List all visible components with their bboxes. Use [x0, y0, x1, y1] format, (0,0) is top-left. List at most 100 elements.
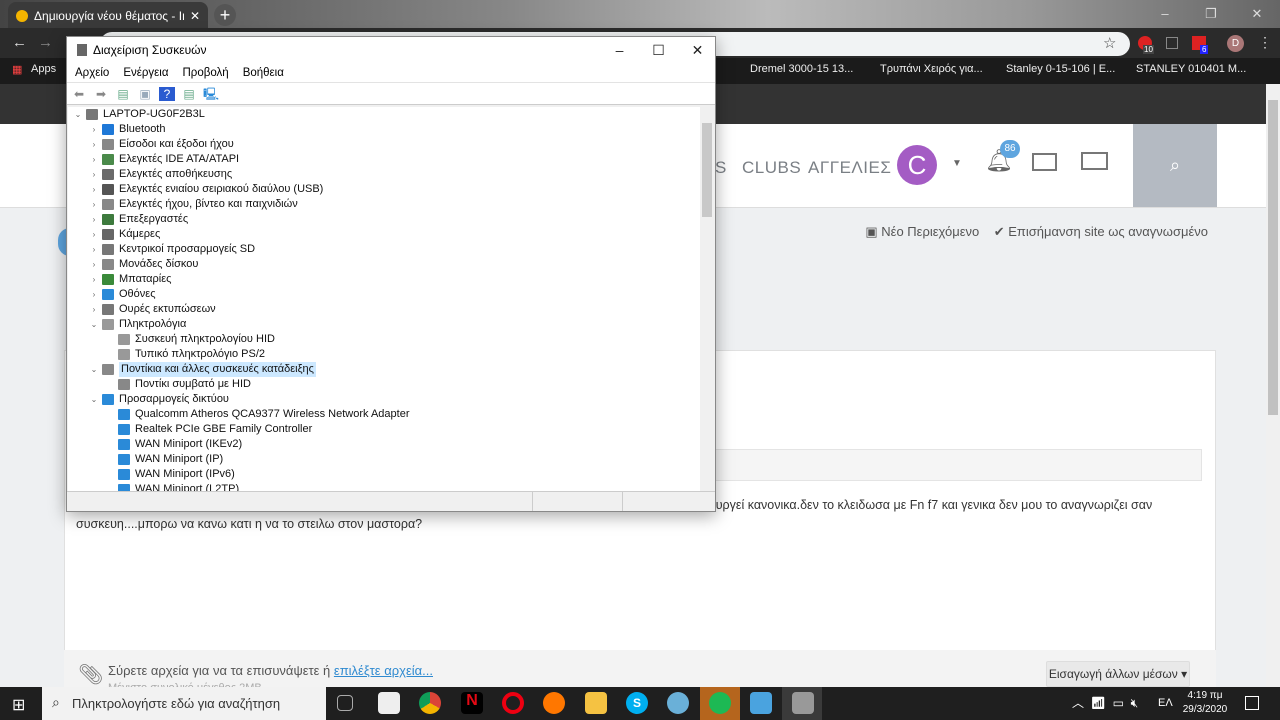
language-indicator[interactable]: ΕΛ [1158, 697, 1173, 709]
menu-file[interactable]: Αρχείο [75, 67, 109, 79]
spotify-icon[interactable] [709, 692, 731, 714]
bookmark-star-icon[interactable]: ☆ [1103, 34, 1116, 52]
close-browser-button[interactable]: ✕ [1234, 0, 1280, 28]
device-tree-item[interactable]: › Είσοδοι και έξοδοι ήχου [68, 137, 700, 152]
menu-action[interactable]: Ενέργεια [123, 67, 168, 79]
device-tree-item[interactable]: WAN Miniport (IPv6) [68, 467, 700, 482]
forward-arrow-icon[interactable]: ➡ [93, 87, 109, 101]
taskbar-search-input[interactable]: Πληκτρολογήστε εδώ για αναζήτηση [42, 687, 326, 720]
profile-avatar[interactable]: D [1227, 35, 1244, 52]
close-tab-icon[interactable]: ✕ [190, 9, 200, 23]
device-tree-item[interactable]: › Μπαταρίες [68, 272, 700, 287]
news-icon[interactable] [1081, 152, 1108, 170]
nav-clubs[interactable]: CLUBS [742, 158, 801, 178]
user-menu-caret-icon[interactable]: ▼ [952, 158, 962, 169]
store-icon[interactable] [378, 692, 400, 714]
device-tree-item[interactable]: › Ελεγκτές ήχου, βίντεο και παιχνιδιών [68, 197, 700, 212]
system-tray-icons[interactable]: ︿ 📶︎ ▭ 🔇︎ [1072, 689, 1138, 717]
bookmark[interactable]: Τρυπάνι Χειρός για... [880, 63, 983, 75]
skype-icon[interactable]: S [626, 692, 648, 714]
device-tree-item[interactable]: › Κάμερες [68, 227, 700, 242]
menu-view[interactable]: Προβολή [183, 67, 229, 79]
device-tree-item[interactable]: Qualcomm Atheros QCA9377 Wireless Networ… [68, 407, 700, 422]
expand-toggle-icon[interactable]: ⌄ [89, 362, 99, 377]
expand-toggle-icon[interactable]: ⌄ [89, 392, 99, 407]
page-scrollbar-thumb[interactable] [1268, 100, 1278, 415]
console-tree-icon[interactable]: ▤ [115, 87, 131, 101]
maximize-button[interactable]: ☐ [639, 37, 678, 63]
bookmark[interactable]: Dremel 3000-15 13... [750, 63, 853, 75]
notification-center-icon[interactable] [1245, 696, 1259, 710]
device-tree-item[interactable]: ⌄ Πληκτρολόγια [68, 317, 700, 332]
device-tree-item[interactable]: › Κεντρικοί προσαρμογείς SD [68, 242, 700, 257]
device-tree-item[interactable]: › Μονάδες δίσκου [68, 257, 700, 272]
device-tree-item[interactable]: Ποντίκι συμβατό με HID [68, 377, 700, 392]
expand-toggle-icon[interactable]: › [89, 152, 99, 167]
device-tree-item[interactable]: › Οθόνες [68, 287, 700, 302]
insert-media-button[interactable]: Εισαγωγή άλλων μέσων ▾ [1046, 661, 1190, 687]
help-icon[interactable]: ? [159, 86, 175, 101]
menu-icon[interactable]: ⋮ [1258, 34, 1272, 51]
scan-hardware-icon[interactable]: 🖳︎ [203, 87, 219, 101]
device-tree-item[interactable]: WAN Miniport (IP) [68, 452, 700, 467]
tree-scrollbar-thumb[interactable] [702, 123, 712, 217]
expand-toggle-icon[interactable]: ⌄ [73, 107, 83, 122]
nav-item[interactable]: S [715, 158, 727, 178]
expand-toggle-icon[interactable]: › [89, 272, 99, 287]
bookmark[interactable]: Stanley 0-15-106 | E... [1006, 63, 1115, 75]
device-tree-item[interactable]: › Ελεγκτές ενιαίου σειριακού διαύλου (USB… [68, 182, 700, 197]
windows-start-icon[interactable]: ⊞ [12, 695, 25, 715]
bookmark[interactable]: STANLEY 010401 M... [1136, 63, 1246, 75]
app-icon[interactable] [667, 692, 689, 714]
file-explorer-icon[interactable] [585, 692, 607, 714]
expand-toggle-icon[interactable]: › [89, 287, 99, 302]
site-search-button[interactable]: ⌕ [1133, 124, 1217, 207]
task-view-icon[interactable] [337, 695, 353, 711]
properties-icon[interactable]: ▣ [137, 87, 153, 101]
nav-classifieds[interactable]: ΑΓΓΕΛΙΕΣ [808, 158, 891, 178]
firefox-icon[interactable] [543, 692, 565, 714]
opera-icon[interactable] [502, 692, 524, 714]
expand-toggle-icon[interactable]: › [89, 227, 99, 242]
forward-icon[interactable]: → [38, 34, 53, 51]
device-tree-item[interactable]: ⌄ LAPTOP-UG0F2B3L [68, 107, 700, 122]
expand-toggle-icon[interactable]: › [89, 197, 99, 212]
action-pane-icon[interactable]: ▤ [181, 87, 197, 101]
chrome-icon[interactable] [419, 692, 441, 714]
expand-toggle-icon[interactable]: › [89, 242, 99, 257]
apps-bookmark[interactable]: Apps [31, 63, 56, 75]
expand-toggle-icon[interactable]: › [89, 167, 99, 182]
device-tree-item[interactable]: › Επεξεργαστές [68, 212, 700, 227]
control-panel-icon[interactable] [750, 692, 772, 714]
expand-toggle-icon[interactable]: › [89, 302, 99, 317]
browser-tab[interactable]: Δημιουργία νέου θέματος - Inso ✕ [8, 2, 208, 30]
new-tab-button[interactable]: + [214, 4, 236, 26]
maximize-browser-button[interactable]: ❐ [1188, 0, 1234, 28]
clock[interactable]: 4:19 πμ 29/3/2020 [1180, 689, 1230, 717]
device-tree-item[interactable]: Realtek PCIe GBE Family Controller [68, 422, 700, 437]
expand-toggle-icon[interactable]: › [89, 122, 99, 137]
netflix-icon[interactable]: N [461, 692, 483, 714]
expand-toggle-icon[interactable]: › [89, 212, 99, 227]
choose-files-link[interactable]: επιλέξτε αρχεία... [334, 663, 433, 678]
device-tree-item[interactable]: › Ελεγκτές IDE ATA/ATAPI [68, 152, 700, 167]
minimize-button[interactable]: – [600, 37, 639, 63]
device-tree-item[interactable]: › Ελεγκτές αποθήκευσης [68, 167, 700, 182]
expand-toggle-icon[interactable]: › [89, 182, 99, 197]
back-icon[interactable]: ← [12, 34, 27, 51]
mark-read-link[interactable]: ✔ Επισήμανση site ως αναγνωσμένο [994, 224, 1208, 239]
close-button[interactable]: ✕ [678, 37, 717, 63]
expand-toggle-icon[interactable]: › [89, 257, 99, 272]
expand-toggle-icon[interactable]: ⌄ [89, 317, 99, 332]
new-content-link[interactable]: ▣ Νέο Περιεχόμενο [865, 224, 979, 239]
device-tree-item[interactable]: ⌄ Ποντίκια και άλλες συσκευές κατάδειξης [68, 362, 700, 377]
extension-icon[interactable] [1166, 37, 1178, 49]
menu-help[interactable]: Βοήθεια [243, 67, 284, 79]
device-tree-item[interactable]: › Ουρές εκτυπώσεων [68, 302, 700, 317]
user-avatar[interactable]: C [897, 145, 937, 185]
expand-toggle-icon[interactable]: › [89, 137, 99, 152]
device-tree-item[interactable]: WAN Miniport (IKEv2) [68, 437, 700, 452]
minimize-browser-button[interactable]: – [1142, 0, 1188, 28]
device-tree-item[interactable]: ⌄ Προσαρμογείς δικτύου [68, 392, 700, 407]
device-tree-item[interactable]: › Bluetooth [68, 122, 700, 137]
